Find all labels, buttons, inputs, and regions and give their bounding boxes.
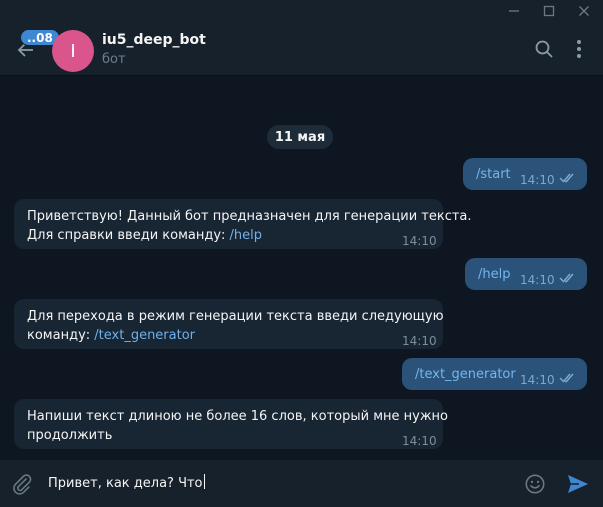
text-caret bbox=[203, 474, 205, 489]
maximize-button[interactable] bbox=[535, 0, 563, 22]
window-titlebar bbox=[0, 0, 603, 22]
message-outgoing[interactable]: /start 14:10 bbox=[463, 158, 587, 190]
message-line-text: команду: bbox=[27, 328, 95, 343]
avatar[interactable]: I bbox=[52, 30, 94, 72]
paperclip-icon bbox=[13, 474, 32, 495]
send-icon bbox=[568, 475, 588, 493]
message-composer: Привет, как дела? Что bbox=[0, 460, 603, 507]
attach-button[interactable] bbox=[9, 471, 35, 497]
message-time: 14:10 bbox=[402, 334, 437, 348]
minimize-icon bbox=[509, 10, 519, 12]
command-link[interactable]: /text_generator bbox=[94, 328, 195, 343]
message-text: /help bbox=[478, 267, 511, 282]
double-check-icon bbox=[559, 173, 574, 183]
message-text: Напиши текст длиною не более 16 слов, ко… bbox=[27, 407, 448, 445]
message-time: 14:10 bbox=[520, 273, 555, 287]
emoji-button[interactable] bbox=[522, 471, 548, 497]
message-line: Приветствую! Данный бот предназначен для… bbox=[27, 209, 472, 224]
message-time: 14:10 bbox=[520, 173, 555, 187]
message-text: /start bbox=[476, 167, 511, 182]
date-separator: 11 мая bbox=[267, 125, 333, 149]
chat-header: ..08 I iu5_deep_bot бот bbox=[0, 22, 603, 76]
more-vertical-icon bbox=[577, 40, 581, 58]
search-icon bbox=[535, 40, 553, 58]
message-text: /text_generator bbox=[415, 367, 516, 382]
message-time: 14:10 bbox=[520, 373, 555, 387]
message-line-text: Для справки введи команду: bbox=[27, 228, 230, 243]
message-time: 14:10 bbox=[402, 234, 437, 248]
message-incoming[interactable]: Напиши текст длиною не более 16 слов, ко… bbox=[14, 399, 448, 449]
message-line: команду: /text_generator bbox=[27, 326, 444, 345]
chat-title[interactable]: iu5_deep_bot bbox=[102, 32, 206, 48]
minimize-button[interactable] bbox=[500, 0, 528, 22]
message-line: Напиши текст длиною не более 16 слов, ко… bbox=[27, 409, 448, 424]
message-line: Для перехода в режим генерации текста вв… bbox=[27, 309, 444, 324]
chat-status: бот bbox=[102, 52, 126, 67]
message-time: 14:10 bbox=[402, 434, 437, 448]
message-outgoing[interactable]: /text_generator 14:10 bbox=[402, 358, 587, 390]
command-link[interactable]: /help bbox=[230, 228, 262, 243]
more-button[interactable] bbox=[567, 37, 591, 61]
message-line-text: продолжить bbox=[27, 428, 113, 443]
double-check-icon bbox=[559, 273, 574, 283]
close-button[interactable] bbox=[570, 0, 598, 22]
search-button[interactable] bbox=[532, 37, 556, 61]
double-check-icon bbox=[559, 373, 574, 383]
message-outgoing[interactable]: /help 14:10 bbox=[465, 258, 587, 290]
close-icon bbox=[579, 6, 589, 16]
send-button[interactable] bbox=[565, 471, 591, 497]
maximize-icon bbox=[543, 5, 555, 17]
message-incoming[interactable]: Для перехода в режим генерации текста вв… bbox=[14, 299, 444, 349]
smile-icon bbox=[525, 474, 545, 494]
message-input[interactable]: Привет, как дела? Что bbox=[48, 473, 508, 495]
message-input-text: Привет, как дела? Что bbox=[48, 476, 203, 491]
message-incoming[interactable]: Приветствую! Данный бот предназначен для… bbox=[14, 199, 472, 249]
message-line: продолжить bbox=[27, 426, 448, 445]
message-text: Для перехода в режим генерации текста вв… bbox=[27, 307, 444, 345]
